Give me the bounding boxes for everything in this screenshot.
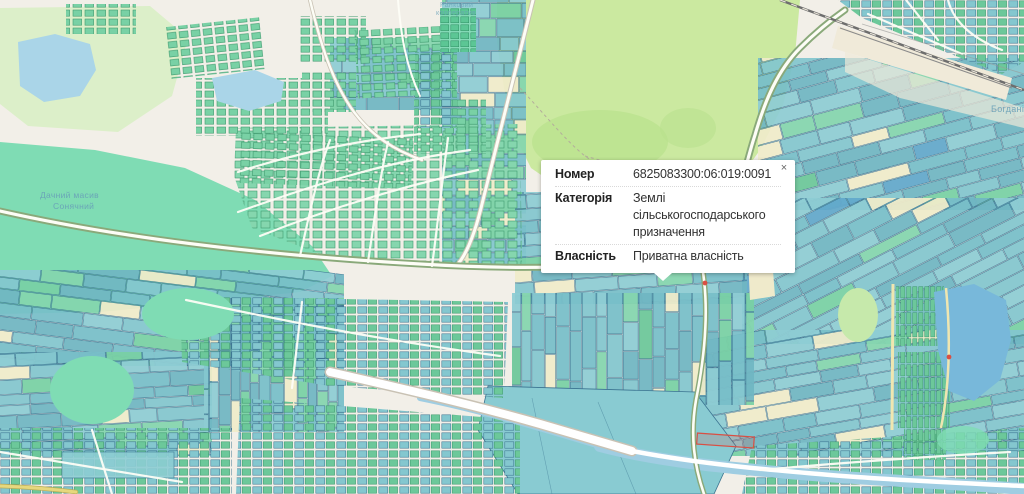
popup-row-category: Категорія Землі сільськогосподарського п… — [555, 186, 781, 244]
parcel-info-popup: × Номер 6825083300:06:019:0091 Категорія… — [541, 160, 795, 273]
popup-value-ownership: Приватна власність — [633, 248, 781, 265]
popup-value-category: Землі сільськогосподарського призначення — [633, 190, 781, 241]
poi-marker-red-icon — [703, 281, 708, 286]
popup-close-icon[interactable]: × — [781, 162, 787, 174]
popup-label-ownership: Власність — [555, 248, 623, 265]
popup-row-number: Номер 6825083300:06:019:0091 — [555, 163, 781, 186]
poi-marker-red-icon — [947, 355, 952, 360]
popup-row-ownership: Власність Приватна власність — [555, 244, 781, 268]
map-canvas[interactable] — [0, 0, 1024, 494]
popup-label-number: Номер — [555, 166, 623, 183]
popup-label-category: Категорія — [555, 190, 623, 241]
cadastral-map-app: Дачний масив Сонячний Ранковий кооперати… — [0, 0, 1024, 494]
popup-tail — [654, 273, 672, 281]
popup-value-number: 6825083300:06:019:0091 — [633, 166, 781, 183]
